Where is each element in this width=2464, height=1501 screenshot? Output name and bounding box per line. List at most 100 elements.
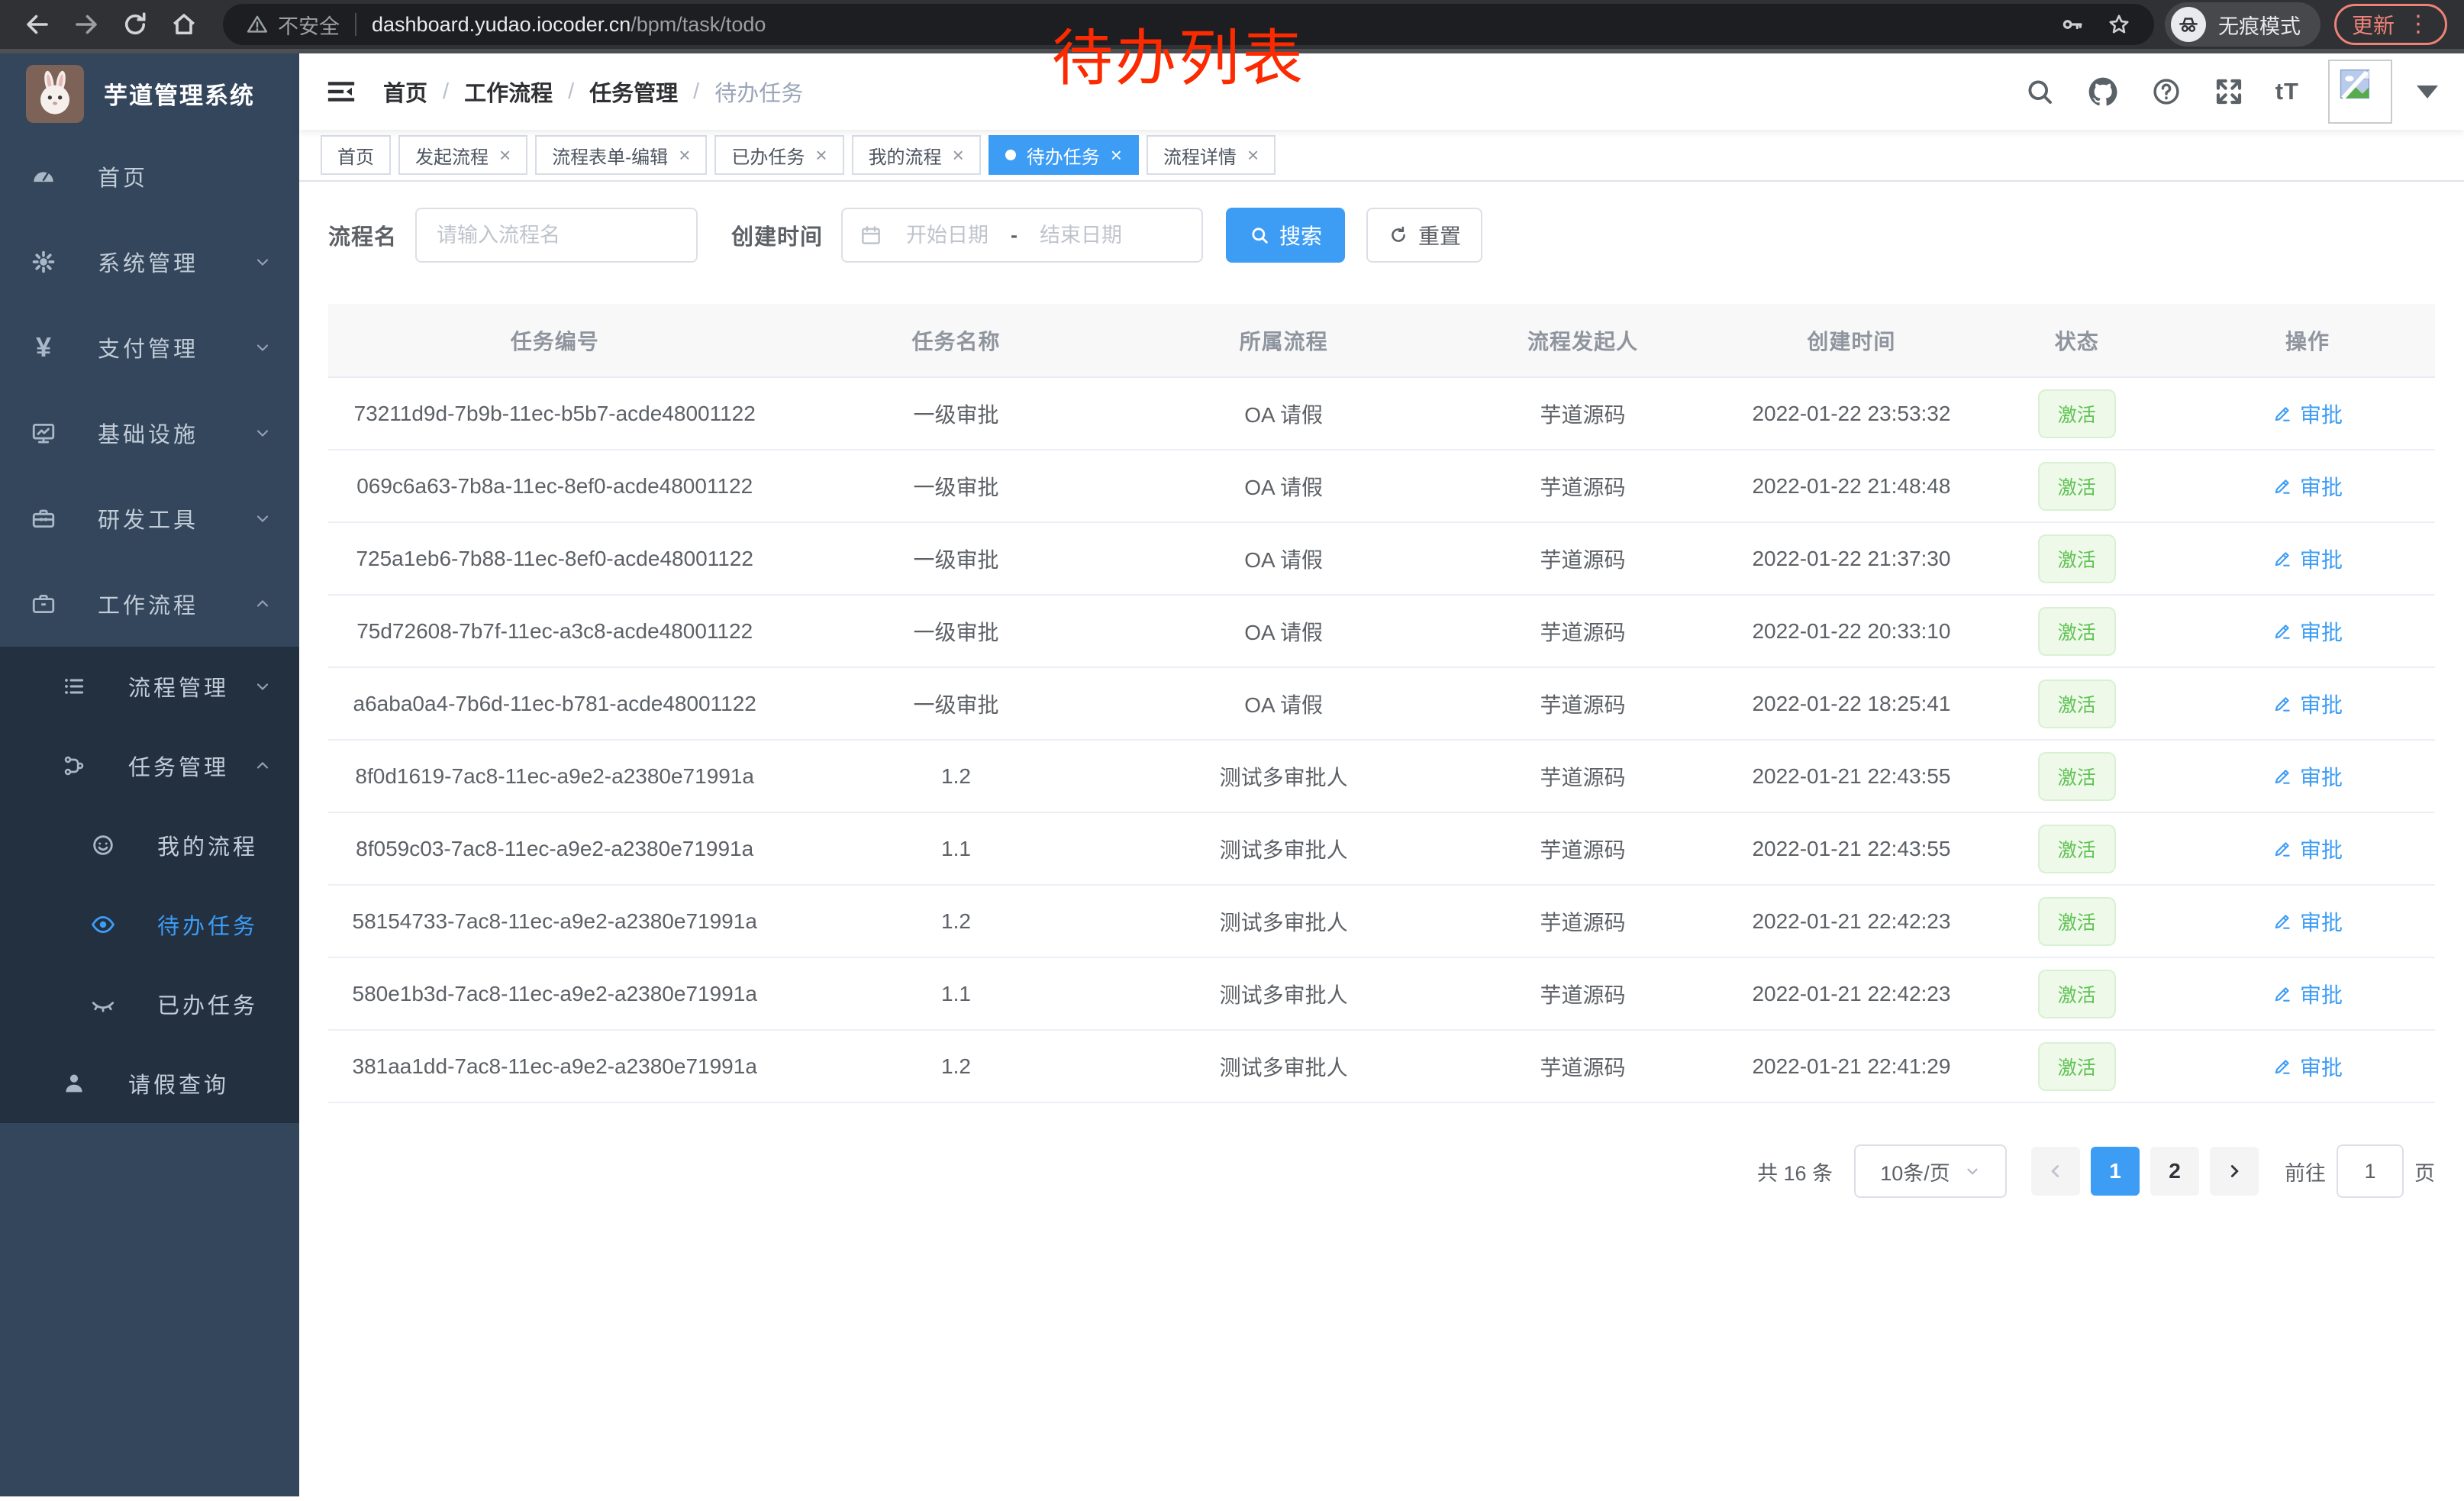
breadcrumb-home[interactable]: 首页 bbox=[383, 76, 427, 108]
tab-done-tasks[interactable]: 已办任务 × bbox=[714, 135, 843, 175]
close-icon[interactable]: × bbox=[953, 145, 964, 165]
tab-start-process[interactable]: 发起流程 × bbox=[398, 135, 527, 175]
browser-reload-button[interactable] bbox=[114, 4, 156, 45]
page-1-button[interactable]: 1 bbox=[2091, 1147, 2140, 1196]
create-time: 2022-01-21 22:43:55 bbox=[1752, 764, 1950, 788]
page-size-select[interactable]: 10条/页 bbox=[1854, 1144, 2007, 1198]
sidebar-item-task-mgmt[interactable]: 任务管理 bbox=[0, 726, 299, 805]
task-id: 8f059c03-7ac8-11ec-a9e2-a2380e71991a bbox=[356, 837, 753, 860]
close-icon[interactable]: × bbox=[499, 145, 511, 165]
sidebar-item-payment-mgmt[interactable]: ¥ 支付管理 bbox=[0, 305, 299, 390]
approve-link[interactable]: 审批 bbox=[2272, 834, 2343, 864]
process-starter: 芋道源码 bbox=[1540, 838, 1626, 862]
prev-page-button[interactable] bbox=[2031, 1147, 2080, 1196]
pagination: 共 16 条 10条/页 1 2 前往 页 bbox=[328, 1144, 2435, 1198]
process-starter: 芋道源码 bbox=[1540, 403, 1626, 427]
start-date-input[interactable] bbox=[887, 224, 1008, 247]
create-time: 2022-01-21 22:42:23 bbox=[1752, 982, 1950, 1006]
sidebar-logo[interactable]: 芋道管理系统 bbox=[0, 53, 299, 134]
avatar[interactable] bbox=[2328, 60, 2392, 124]
close-icon[interactable]: × bbox=[679, 145, 690, 165]
sidebar-item-dev-tools[interactable]: 研发工具 bbox=[0, 476, 299, 561]
task-name: 1.2 bbox=[941, 764, 971, 788]
tab-process-form-edit[interactable]: 流程表单-编辑 × bbox=[535, 135, 707, 175]
approve-link[interactable]: 审批 bbox=[2272, 399, 2343, 429]
tab-my-process[interactable]: 我的流程 × bbox=[852, 135, 981, 175]
approve-link[interactable]: 审批 bbox=[2272, 1051, 2343, 1082]
edit-icon bbox=[2272, 984, 2292, 1004]
edit-icon bbox=[2272, 549, 2292, 569]
task-name: 一级审批 bbox=[913, 621, 998, 644]
goto-page-input[interactable] bbox=[2337, 1144, 2404, 1198]
date-range-picker[interactable]: - bbox=[841, 208, 1203, 263]
process-name: OA 请假 bbox=[1244, 403, 1323, 427]
sidebar-item-system-mgmt[interactable]: 系统管理 bbox=[0, 219, 299, 305]
sidebar-item-my-process[interactable]: 我的流程 bbox=[0, 805, 299, 885]
tab-process-detail[interactable]: 流程详情 × bbox=[1147, 135, 1276, 175]
key-icon[interactable] bbox=[2059, 12, 2084, 37]
browser-chrome: 不安全 dashboard.yudao.iocoder.cn /bpm/task… bbox=[0, 0, 2464, 53]
font-size-icon[interactable]: tT bbox=[2275, 78, 2299, 105]
search-icon[interactable] bbox=[2024, 76, 2056, 108]
end-date-input[interactable] bbox=[1021, 224, 1141, 247]
next-page-button[interactable] bbox=[2210, 1147, 2259, 1196]
task-id: 8f0d1619-7ac8-11ec-a9e2-a2380e71991a bbox=[355, 764, 754, 788]
task-name: 一级审批 bbox=[913, 693, 998, 717]
eye-icon bbox=[89, 912, 118, 938]
status-badge: 激活 bbox=[2038, 389, 2116, 438]
create-time-label: 创建时间 bbox=[731, 219, 823, 251]
edit-icon bbox=[2272, 476, 2292, 496]
browser-home-button[interactable] bbox=[163, 4, 205, 45]
monitor-icon bbox=[29, 420, 58, 446]
help-icon[interactable] bbox=[2150, 76, 2182, 108]
chevron-down-icon bbox=[253, 424, 272, 442]
approve-link[interactable]: 审批 bbox=[2272, 689, 2343, 719]
approve-link[interactable]: 审批 bbox=[2272, 761, 2343, 792]
breadcrumb-task-mgmt[interactable]: 任务管理 bbox=[589, 76, 678, 108]
browser-back-button[interactable] bbox=[17, 4, 58, 45]
process-starter: 芋道源码 bbox=[1540, 911, 1626, 934]
page-2-button[interactable]: 2 bbox=[2150, 1147, 2199, 1196]
approve-link[interactable]: 审批 bbox=[2272, 616, 2343, 647]
sidebar-item-workflow[interactable]: 工作流程 bbox=[0, 561, 299, 647]
chevron-down-icon bbox=[1964, 1163, 1981, 1180]
browser-forward-button[interactable] bbox=[66, 4, 107, 45]
close-icon[interactable]: × bbox=[815, 145, 827, 165]
sidebar-item-infrastructure[interactable]: 基础设施 bbox=[0, 390, 299, 476]
close-icon[interactable]: × bbox=[1247, 145, 1259, 165]
close-icon[interactable]: × bbox=[1111, 145, 1122, 165]
browser-update-button[interactable]: 更新 ⋮ bbox=[2334, 4, 2447, 45]
sidebar-item-todo-tasks[interactable]: 待办任务 bbox=[0, 885, 299, 964]
sidebar-item-leave-query[interactable]: 请假查询 bbox=[0, 1044, 299, 1123]
browser-menu-dots-icon[interactable]: ⋮ bbox=[2407, 13, 2430, 36]
process-name: 测试多审批人 bbox=[1220, 911, 1348, 934]
task-name: 一级审批 bbox=[913, 403, 998, 427]
task-name: 一级审批 bbox=[913, 548, 998, 572]
approve-link[interactable]: 审批 bbox=[2272, 471, 2343, 502]
tab-home[interactable]: 首页 bbox=[321, 135, 391, 175]
broken-image-icon bbox=[2341, 70, 2369, 98]
sidebar-item-done-tasks[interactable]: 已办任务 bbox=[0, 964, 299, 1044]
avatar-caret-icon[interactable] bbox=[2417, 86, 2438, 98]
collapse-sidebar-button[interactable] bbox=[325, 76, 357, 108]
col-task-name: 任务名称 bbox=[781, 304, 1130, 377]
process-name-input[interactable] bbox=[415, 208, 698, 263]
back-icon bbox=[24, 11, 51, 38]
github-icon[interactable] bbox=[2086, 75, 2120, 108]
sidebar-item-process-mgmt[interactable]: 流程管理 bbox=[0, 647, 299, 726]
star-icon[interactable] bbox=[2107, 12, 2131, 37]
col-action: 操作 bbox=[2180, 304, 2435, 377]
approve-link[interactable]: 审批 bbox=[2272, 544, 2343, 574]
task-id: a6aba0a4-7b6d-11ec-b781-acde48001122 bbox=[353, 692, 756, 715]
status-badge: 激活 bbox=[2038, 534, 2116, 583]
approve-link[interactable]: 审批 bbox=[2272, 906, 2343, 937]
approve-link[interactable]: 审批 bbox=[2272, 979, 2343, 1009]
sidebar-item-home[interactable]: 首页 bbox=[0, 134, 299, 219]
tab-todo-tasks[interactable]: 待办任务 × bbox=[989, 135, 1139, 175]
table-row: 58154733-7ac8-11ec-a9e2-a2380e71991a 1.2… bbox=[328, 885, 2435, 957]
reset-button[interactable]: 重置 bbox=[1366, 208, 1482, 263]
search-button[interactable]: 搜索 bbox=[1226, 208, 1345, 263]
fullscreen-icon[interactable] bbox=[2213, 76, 2245, 108]
address-bar[interactable]: 不安全 dashboard.yudao.iocoder.cn /bpm/task… bbox=[223, 4, 2154, 45]
breadcrumb-workflow[interactable]: 工作流程 bbox=[464, 76, 553, 108]
